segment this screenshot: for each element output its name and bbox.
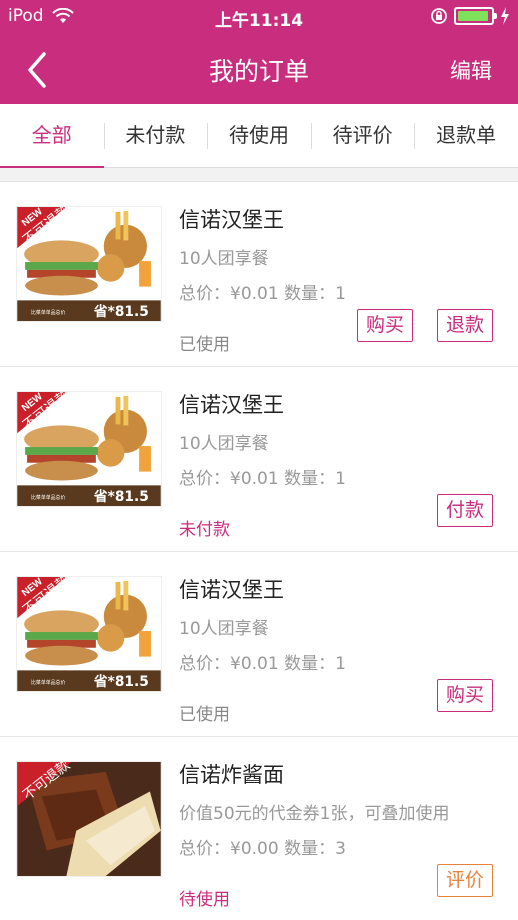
tab-refunds[interactable]: 退款单	[414, 104, 518, 167]
orientation-lock-icon	[431, 8, 447, 24]
order-desc: 10人团享餐	[179, 249, 269, 269]
order-name: 信诺汉堡王	[179, 578, 284, 602]
order-price: 总价：¥0.01 数量：1	[179, 469, 346, 489]
edit-button[interactable]: 编辑	[450, 55, 492, 85]
page-title: 我的订单	[208, 57, 309, 86]
order-desc: 10人团享餐	[179, 619, 269, 639]
image-caption: 比菜单单品总价	[31, 309, 65, 316]
buy-button[interactable]: 购买	[437, 679, 494, 712]
order-price: 总价：¥0.01 数量：1	[179, 284, 346, 304]
save-price: 省*81.5	[93, 488, 149, 505]
tab-all[interactable]: 全部	[0, 104, 104, 168]
buy-button[interactable]: 购买	[357, 309, 414, 342]
order-card[interactable]: 不可退款 信诺炸酱面 价值50元的代金券1张，可叠加使用 总价：¥0.00 数量…	[0, 736, 518, 920]
order-desc: 10人团享餐	[179, 434, 269, 454]
charging-icon	[501, 7, 509, 25]
order-card[interactable]: NEW 不可退款 比菜单单品总价 省*81.5 信诺汉堡王 10人团享餐 总价：…	[0, 366, 518, 551]
order-desc: 价值50元的代金券1张，可叠加使用	[179, 804, 450, 824]
refund-button[interactable]: 退款	[437, 309, 494, 342]
noodle-voucher-image: 不可退款	[16, 761, 162, 877]
order-status: 已使用	[179, 335, 230, 355]
order-status: 待使用	[179, 890, 230, 910]
tab-unpaid[interactable]: 未付款	[103, 104, 208, 167]
order-card[interactable]: NEW 不可退款 比菜单单品总价 省*81.5 信诺汉堡王 10人团享餐 总价：…	[0, 181, 518, 366]
save-price: 省*81.5	[93, 673, 149, 690]
tab-to-use[interactable]: 待使用	[207, 104, 311, 167]
image-caption: 比菜单单品总价	[31, 679, 65, 686]
order-list: NEW 不可退款 比菜单单品总价 省*81.5 信诺汉堡王 10人团享餐 总价：…	[0, 181, 518, 920]
order-status: 已使用	[179, 705, 230, 725]
burger-meal-image: NEW 不可退款 比菜单单品总价 省*81.5	[16, 206, 162, 322]
image-caption: 比菜单单品总价	[31, 494, 65, 501]
order-price: 总价：¥0.00 数量：3	[179, 839, 346, 859]
order-name: 信诺汉堡王	[179, 208, 284, 232]
order-card[interactable]: NEW 不可退款 比菜单单品总价 省*81.5 信诺汉堡王 10人团享餐 总价：…	[0, 551, 518, 736]
order-tabs: 全部 未付款 待使用 待评价 退款单	[0, 104, 518, 168]
tab-to-review[interactable]: 待评价	[310, 104, 415, 167]
order-status: 未付款	[179, 520, 230, 540]
order-name: 信诺汉堡王	[179, 393, 284, 417]
battery-icon	[454, 7, 497, 25]
review-button[interactable]: 评价	[437, 864, 494, 897]
order-name: 信诺炸酱面	[179, 763, 284, 787]
nav-bar: 我的订单 编辑	[0, 34, 518, 104]
burger-meal-image: NEW 不可退款 比菜单单品总价 省*81.5	[16, 576, 162, 692]
pay-button[interactable]: 付款	[437, 494, 494, 527]
status-bar: iPod 上午11:14	[0, 0, 518, 34]
save-price: 省*81.5	[93, 303, 149, 320]
order-price: 总价：¥0.01 数量：1	[179, 654, 346, 674]
burger-meal-image: NEW 不可退款 比菜单单品总价 省*81.5	[16, 391, 162, 507]
